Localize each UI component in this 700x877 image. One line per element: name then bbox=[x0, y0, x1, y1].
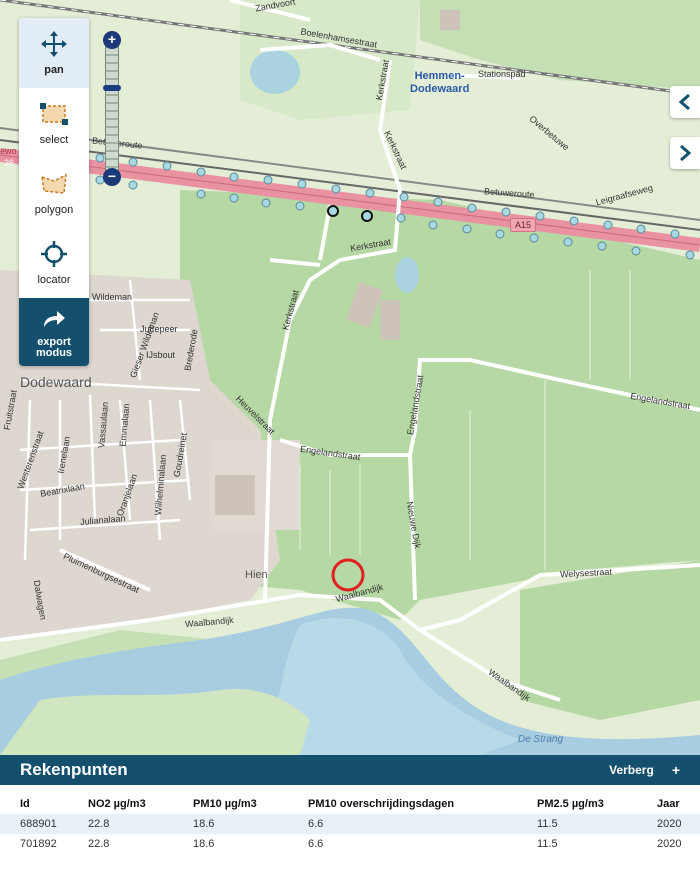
label-dodewaard: Dodewaard bbox=[20, 374, 92, 390]
label-ijsbout: IJsbout bbox=[146, 350, 176, 360]
polygon-icon bbox=[40, 170, 68, 198]
tool-select[interactable]: select bbox=[19, 88, 89, 158]
results-panel-title: Rekenpunten bbox=[20, 760, 128, 779]
label-juttepeer: Juttepeer bbox=[140, 324, 178, 334]
zoom-out-button[interactable]: − bbox=[103, 168, 121, 186]
cell-pm10-days: 6.6 bbox=[308, 814, 537, 834]
chevron-left-icon bbox=[678, 93, 690, 111]
map-canvas[interactable]: Hemmen- Dodewaard Dodewaard Hien De Stra… bbox=[0, 0, 700, 755]
move-icon bbox=[40, 30, 68, 58]
table-row[interactable]: 701892 22.8 18.6 6.6 11.5 2020 bbox=[0, 834, 700, 854]
share-arrow-icon bbox=[40, 305, 68, 333]
cell-id: 701892 bbox=[20, 838, 57, 850]
label-ewo: ewo bbox=[0, 146, 17, 156]
table-row[interactable]: 688901 22.8 18.6 6.6 11.5 2020 bbox=[0, 814, 700, 834]
hide-panel-button[interactable]: Verberg bbox=[609, 763, 654, 777]
zoom-track[interactable] bbox=[105, 45, 119, 177]
tool-select-label: select bbox=[39, 134, 69, 146]
tool-pan[interactable]: pan bbox=[19, 18, 89, 88]
cell-pm25: 11.5 bbox=[537, 814, 657, 834]
label-wildeman: Wildeman bbox=[92, 292, 133, 302]
tool-export[interactable]: export modus bbox=[19, 298, 89, 366]
column-header-pm10[interactable]: PM10 µg/m3 bbox=[193, 795, 308, 814]
select-rect-icon bbox=[40, 100, 68, 128]
cell-year: 2020 bbox=[657, 838, 682, 850]
cell-no2: 22.8 bbox=[88, 814, 193, 834]
results-panel-header: Rekenpunten Verberg + bbox=[0, 755, 700, 785]
tool-polygon-label: polygon bbox=[34, 204, 74, 216]
collapse-left-button[interactable] bbox=[670, 86, 700, 118]
expand-right-button[interactable] bbox=[670, 137, 700, 169]
tool-polygon[interactable]: polygon bbox=[19, 158, 89, 228]
cell-year: 2020 bbox=[657, 814, 700, 834]
tool-panel: pan select polygon locator export modus bbox=[19, 18, 89, 366]
a15-shield: A15 bbox=[510, 218, 537, 232]
cell-pm25: 11.5 bbox=[537, 838, 558, 850]
label-stationspad: Stationspad bbox=[478, 69, 526, 79]
column-header-year[interactable]: Jaar bbox=[657, 795, 700, 814]
cell-id: 688901 bbox=[0, 814, 88, 834]
column-header-pm25[interactable]: PM2.5 µg/m3 bbox=[537, 795, 657, 814]
label-de-strang: De Strang bbox=[518, 734, 564, 745]
zoom-control: + − bbox=[103, 31, 121, 188]
tool-locator-label: locator bbox=[37, 274, 71, 286]
results-panel: Rekenpunten Verberg + Id NO2 µg/m3 PM10 … bbox=[0, 755, 700, 877]
zoom-handle[interactable] bbox=[103, 85, 121, 91]
chevron-right-icon bbox=[680, 144, 692, 162]
zoom-in-button[interactable]: + bbox=[103, 31, 121, 49]
cell-pm10-days: 6.6 bbox=[308, 838, 324, 850]
tool-export-label: export modus bbox=[35, 336, 73, 359]
tool-pan-label: pan bbox=[44, 64, 64, 76]
cell-no2: 22.8 bbox=[88, 838, 110, 850]
crosshair-icon bbox=[40, 240, 68, 268]
label-hien: Hien bbox=[245, 569, 268, 581]
column-header-pm10-days[interactable]: PM10 overschrijdingsdagen bbox=[308, 795, 537, 814]
column-header-no2[interactable]: NO2 µg/m3 bbox=[88, 795, 193, 814]
label-hemmen: Hemmen- Dodewaard bbox=[410, 70, 470, 95]
results-table: Id NO2 µg/m3 PM10 µg/m3 PM10 overschrijd… bbox=[0, 795, 700, 854]
add-button[interactable]: + bbox=[672, 762, 680, 778]
column-header-id[interactable]: Id bbox=[0, 795, 88, 814]
table-header-row: Id NO2 µg/m3 PM10 µg/m3 PM10 overschrijd… bbox=[0, 795, 700, 814]
cell-pm10: 18.6 bbox=[193, 814, 308, 834]
app: Hemmen- Dodewaard Dodewaard Hien De Stra… bbox=[0, 0, 700, 877]
tool-locator[interactable]: locator bbox=[19, 228, 89, 298]
label-36: 36 bbox=[4, 158, 15, 168]
cell-pm10: 18.6 bbox=[193, 838, 215, 850]
panel-actions: Verberg + bbox=[609, 762, 680, 778]
